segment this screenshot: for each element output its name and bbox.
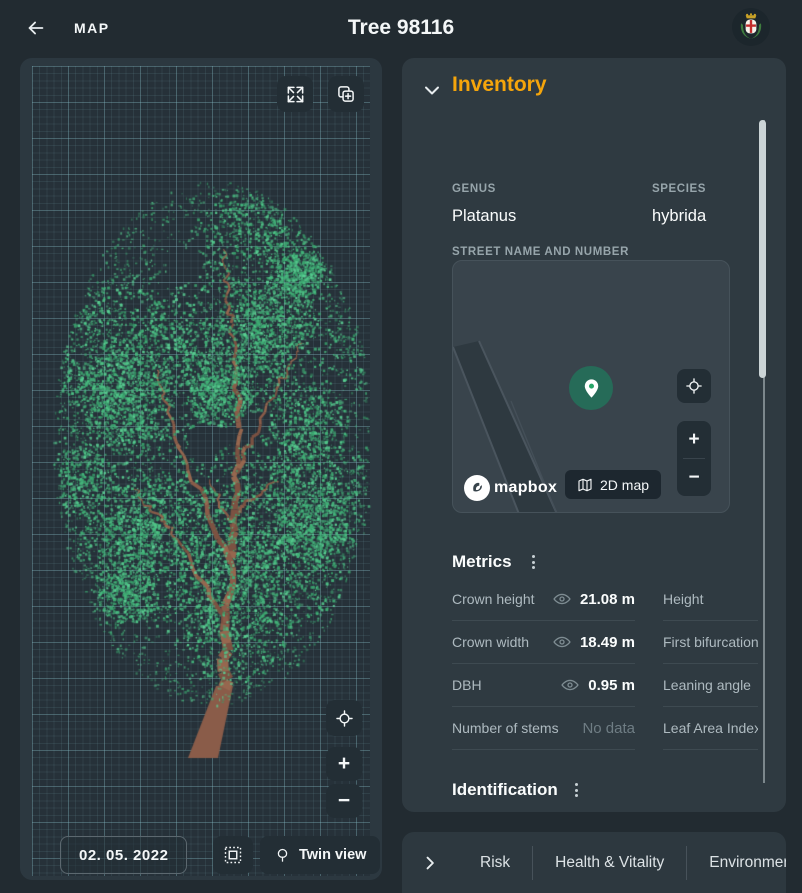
metric-row: Crown width 18.49 m bbox=[452, 621, 635, 664]
compare-scans-button[interactable] bbox=[328, 76, 364, 112]
map-zoom-in-button[interactable]: + bbox=[677, 421, 711, 458]
metric-value: No data bbox=[582, 720, 635, 737]
eye-icon[interactable] bbox=[552, 632, 572, 652]
back-arrow-icon bbox=[25, 17, 47, 39]
fullscreen-button[interactable] bbox=[277, 76, 313, 112]
mapbox-icon bbox=[464, 475, 490, 501]
page-title: Tree 98116 bbox=[0, 16, 802, 40]
metric-row: DBH 0.95 m bbox=[452, 664, 635, 707]
metric-label: Height bbox=[663, 591, 703, 607]
metric-label: DBH bbox=[452, 677, 552, 693]
map-2d-toggle-button[interactable]: 2D map bbox=[565, 470, 661, 499]
duplicate-plus-icon bbox=[336, 84, 356, 104]
expand-icon bbox=[286, 85, 305, 104]
recenter-view-button[interactable] bbox=[326, 700, 362, 736]
metric-label: Crown height bbox=[452, 591, 544, 607]
chevron-right-icon bbox=[420, 853, 440, 873]
city-crest-logo[interactable] bbox=[732, 8, 770, 46]
eye-icon[interactable] bbox=[560, 675, 580, 695]
map-pin-icon bbox=[580, 377, 603, 400]
bounding-box-button[interactable] bbox=[213, 836, 253, 874]
zoom-in-button[interactable]: + bbox=[326, 747, 362, 781]
tree-location-marker[interactable] bbox=[569, 366, 613, 410]
collapse-section-button[interactable] bbox=[420, 78, 444, 102]
metric-row: Number of stems No data bbox=[452, 707, 635, 750]
location-mini-map[interactable]: + − 2D map mapbox bbox=[452, 260, 730, 513]
metric-row: Crown height 21.08 m bbox=[452, 578, 635, 621]
metrics-grid: Crown height 21.08 m Crown width 18.49 m… bbox=[452, 578, 758, 750]
metric-row: First bifurcation bbox=[663, 621, 758, 664]
metrics-column-left: Crown height 21.08 m Crown width 18.49 m… bbox=[452, 578, 635, 750]
metrics-section-title: Metrics bbox=[452, 552, 512, 572]
tab-environment[interactable]: Environment bbox=[687, 854, 786, 872]
back-button[interactable] bbox=[22, 14, 50, 42]
metric-value: 18.49 m bbox=[580, 634, 635, 651]
twin-view-button[interactable]: Twin view bbox=[260, 836, 380, 874]
folded-map-icon bbox=[577, 477, 593, 493]
locate-icon bbox=[335, 709, 354, 728]
zoom-out-button[interactable]: − bbox=[326, 784, 362, 818]
chevron-down-icon bbox=[420, 78, 444, 102]
genus-label: GENUS bbox=[452, 183, 496, 195]
identification-menu-button[interactable] bbox=[567, 780, 585, 800]
mapbox-attribution[interactable]: mapbox bbox=[464, 475, 557, 501]
metrics-menu-button[interactable] bbox=[524, 552, 542, 572]
metric-label: Leaning angle bbox=[663, 677, 751, 693]
map-recenter-button[interactable] bbox=[677, 369, 711, 403]
crest-icon bbox=[738, 12, 764, 42]
nav-map-label[interactable]: MAP bbox=[74, 20, 110, 36]
scrollbar-thumb[interactable] bbox=[759, 120, 766, 378]
inventory-section-title: Inventory bbox=[452, 73, 547, 97]
scan-date-chip[interactable]: 02. 05. 2022 bbox=[60, 836, 187, 874]
bottom-sections-bar: Risk Health & Vitality Environment bbox=[402, 832, 786, 893]
metric-row: Leaning angle bbox=[663, 664, 758, 707]
sections-row: Risk Health & Vitality Environment bbox=[402, 832, 786, 893]
metric-label: Leaf Area Index bbox=[663, 720, 758, 736]
metrics-column-right: Height First bifurcation Leaning angle L… bbox=[663, 578, 758, 750]
tab-risk[interactable]: Risk bbox=[458, 854, 532, 872]
point-cloud-viewer[interactable]: + − 02. 05. 2022 Twin view bbox=[20, 58, 382, 880]
metric-value: 0.95 m bbox=[588, 677, 635, 694]
tab-health-vitality[interactable]: Health & Vitality bbox=[533, 854, 686, 872]
species-value: hybrida bbox=[652, 207, 706, 226]
metric-label: Number of stems bbox=[452, 720, 574, 736]
metric-label: First bifurcation bbox=[663, 634, 758, 650]
metric-row: Leaf Area Index bbox=[663, 707, 758, 750]
selection-frame-icon bbox=[223, 845, 243, 865]
mapbox-wordmark: mapbox bbox=[494, 479, 557, 497]
metric-label: Crown width bbox=[452, 634, 544, 650]
map-2d-label: 2D map bbox=[600, 477, 649, 493]
eye-icon[interactable] bbox=[552, 589, 572, 609]
inventory-panel: Inventory GENUS Platanus SPECIES hybrida… bbox=[402, 58, 786, 812]
app-header: MAP Tree 98116 bbox=[0, 0, 802, 56]
species-label: SPECIES bbox=[652, 183, 706, 195]
street-label: STREET NAME AND NUMBER bbox=[452, 246, 629, 258]
map-zoom-control: + − bbox=[677, 421, 711, 496]
tree-icon bbox=[274, 847, 291, 864]
locate-icon bbox=[685, 377, 703, 395]
expand-sections-button[interactable] bbox=[402, 853, 458, 873]
identification-section-title: Identification bbox=[452, 780, 558, 800]
map-zoom-out-button[interactable]: − bbox=[677, 459, 711, 496]
genus-value: Platanus bbox=[452, 207, 516, 226]
metric-row: Height bbox=[663, 578, 758, 621]
metric-value: 21.08 m bbox=[580, 591, 635, 608]
twin-view-label: Twin view bbox=[299, 847, 366, 863]
